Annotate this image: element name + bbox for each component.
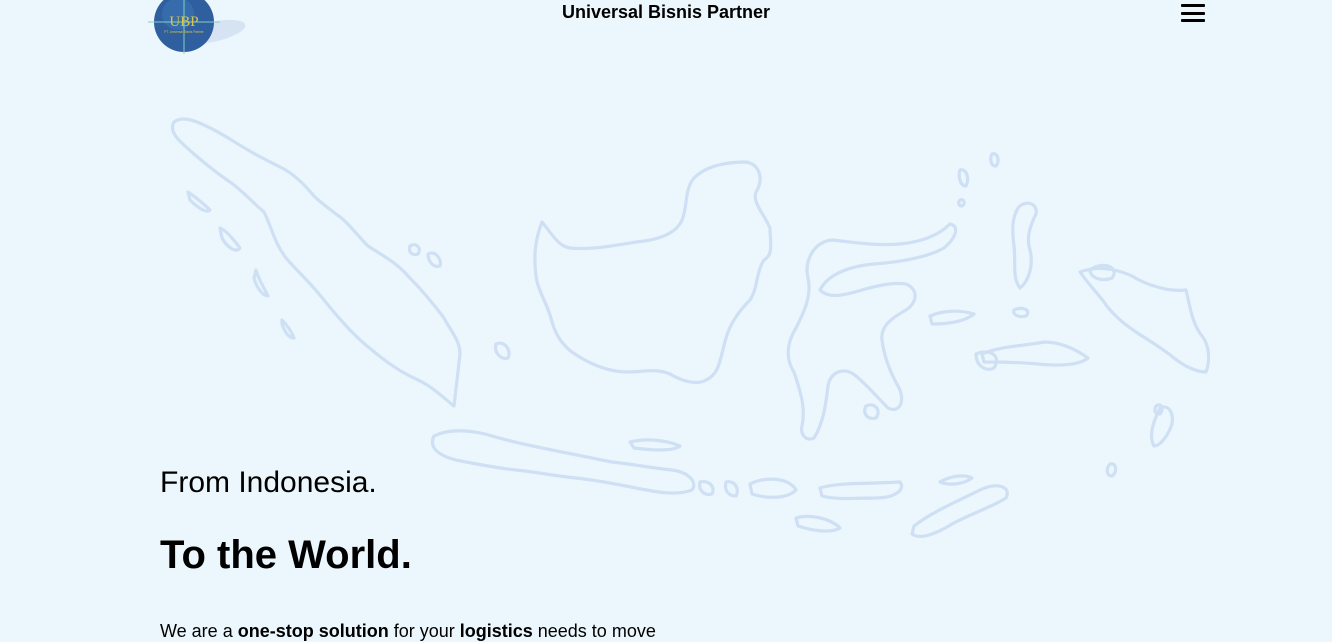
hamburger-menu-icon[interactable] (1181, 4, 1205, 22)
hero-desc-highlight-2: logistics (459, 621, 533, 641)
landing-page: UBP PT. Universal Bisnis Partner Univers… (0, 0, 1332, 642)
site-title: Universal Bisnis Partner (561, 2, 771, 22)
hero-tagline-origin: From Indonesia. (160, 466, 377, 499)
hero-tagline-destination: To the World. (160, 533, 412, 577)
hero-desc-highlight-1: one-stop solution (237, 621, 389, 641)
hero-desc-text-2: for your (388, 621, 460, 641)
hero-desc-text-3: needs to move (532, 621, 656, 641)
hero-desc-text-1: We are a (160, 621, 238, 641)
hero-description: We are a one-stop solution for your logi… (160, 620, 656, 642)
svg-text:PT. Universal Bisnis Partner: PT. Universal Bisnis Partner (164, 30, 204, 34)
